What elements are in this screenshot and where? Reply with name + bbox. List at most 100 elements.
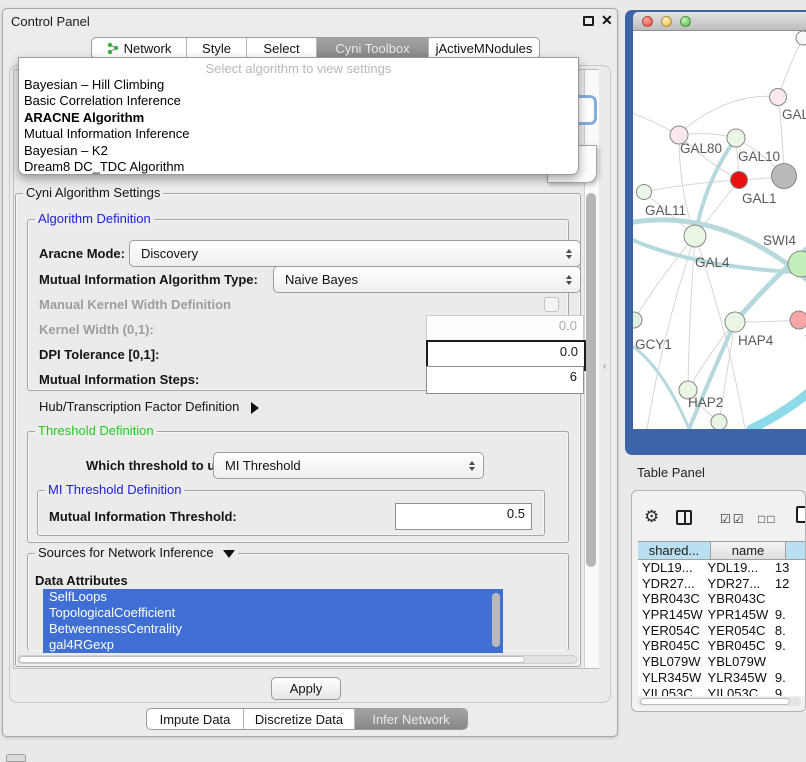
manual-kernel-width-checkbox[interactable] — [544, 297, 559, 312]
select-all-icon[interactable]: ☑☑ — [720, 512, 746, 526]
algorithm-dropdown-popup: Select algorithm to view settings Bayesi… — [18, 57, 579, 175]
algorithm-option[interactable]: Dream8 DC_TDC Algorithm — [19, 159, 578, 175]
table-column-header[interactable] — [786, 541, 806, 560]
tab-select[interactable]: Select — [247, 38, 317, 58]
bottom-tabs: Impute Data Discretize Data Infer Networ… — [146, 708, 468, 730]
table-row[interactable]: YPR145WYPR145W9. — [638, 607, 806, 623]
algorithm-option[interactable]: Bayesian – K2 — [19, 143, 578, 159]
network-window-titlebar[interactable] — [633, 12, 806, 31]
algorithm-option[interactable]: Bayesian – Hill Climbing — [19, 77, 578, 93]
minimized-panel-tab[interactable] — [6, 754, 26, 762]
table-cell: YPR145W — [704, 607, 771, 623]
mi-algorithm-type-combo[interactable]: Naive Bayes — [273, 266, 581, 293]
network-node[interactable] — [725, 312, 745, 332]
table-cell: YBR043C — [704, 591, 771, 607]
close-icon[interactable]: ✕ — [601, 12, 613, 29]
network-node-label: GCY1 — [635, 337, 672, 352]
network-node[interactable] — [790, 311, 806, 329]
zoom-window-icon[interactable] — [680, 16, 691, 27]
sources-group-title[interactable]: Sources for Network Inference — [35, 545, 238, 560]
table-cell: YPR145W — [638, 607, 704, 623]
network-node-label: GAL1 — [742, 191, 777, 206]
tab-discretize-data[interactable]: Discretize Data — [244, 709, 355, 729]
network-node[interactable] — [684, 225, 706, 247]
network-canvas[interactable]: GALGAL80GAL10GAL1GAL11GAL4SWI4GCY1HAP4YH… — [633, 31, 806, 429]
kernel-width-label: Kernel Width (0,1): — [39, 322, 154, 337]
panel-title: Control Panel — [11, 14, 90, 29]
settings-gear-icon[interactable]: ⚙ — [644, 507, 659, 527]
close-window-icon[interactable] — [642, 16, 653, 27]
splitter-collapse-arrow[interactable]: ‹ — [603, 361, 606, 372]
network-node[interactable] — [637, 185, 652, 200]
table-cell: YDR27... — [638, 576, 704, 592]
table-column-header[interactable]: name — [711, 541, 786, 560]
network-node[interactable] — [731, 172, 748, 189]
network-edge[interactable] — [634, 236, 695, 320]
table-row[interactable]: YIL053CYIL053C9. — [638, 686, 806, 697]
mi-steps-field[interactable]: 6 — [426, 366, 584, 394]
network-edge[interactable] — [689, 322, 735, 429]
network-node[interactable] — [633, 312, 642, 328]
attribute-list-item[interactable]: SelfLoops — [43, 589, 503, 605]
float-window-icon[interactable] — [583, 16, 594, 26]
attribute-list-item[interactable]: TopologicalCoefficient — [43, 605, 503, 621]
network-node[interactable] — [796, 31, 806, 45]
table-cell: 9. — [771, 638, 806, 654]
table-row[interactable]: YER054CYER054C8. — [638, 623, 806, 639]
network-edge[interactable] — [644, 180, 739, 192]
table-cell: 8. — [771, 623, 806, 639]
table-cell: YBR045C — [704, 638, 771, 654]
table-row[interactable]: YLR345WYLR345W9. — [638, 670, 806, 686]
network-edge[interactable] — [751, 389, 806, 429]
network-node-label: HAP4 — [738, 333, 774, 348]
network-node-label: GAL11 — [645, 203, 686, 218]
deselect-all-icon[interactable]: □□ — [758, 512, 777, 526]
aracne-mode-label: Aracne Mode: — [39, 246, 125, 261]
table-header-row: shared...name — [638, 541, 806, 560]
hub-definition-expander[interactable]: Hub/Transcription Factor Definition — [39, 399, 259, 414]
attribute-list-item[interactable]: BetweennessCentrality — [43, 621, 503, 637]
table-row[interactable]: YDR27...YDR27...12 — [638, 576, 806, 592]
mi-threshold-field[interactable]: 0.5 — [395, 503, 532, 530]
network-edge[interactable] — [677, 96, 778, 135]
table-cell: YIL053C — [704, 686, 771, 697]
settings-vertical-scrollbar-thumb[interactable] — [586, 193, 596, 567]
network-node[interactable] — [727, 129, 745, 147]
attributes-scrollbar-thumb[interactable] — [492, 593, 500, 647]
tab-impute-data[interactable]: Impute Data — [147, 709, 244, 729]
group-title: MI Threshold Definition — [45, 482, 184, 497]
control-panel-tabs: Network Style Select Cyni Toolbox jActiv… — [91, 37, 540, 59]
minimize-window-icon[interactable] — [661, 16, 672, 27]
column-view-icon[interactable] — [676, 510, 692, 525]
table-row[interactable]: YBR045CYBR045C9. — [638, 638, 806, 654]
mi-steps-label: Mutual Information Steps: — [39, 372, 199, 387]
which-threshold-combo[interactable]: MI Threshold — [213, 452, 484, 479]
table-horizontal-scrollbar-thumb[interactable] — [640, 698, 790, 705]
attribute-list-item[interactable]: gal4RGexp — [43, 637, 503, 653]
table-cell: 12 — [771, 576, 806, 592]
network-node[interactable] — [772, 164, 797, 189]
tab-network[interactable]: Network — [92, 38, 187, 58]
tab-cyni-toolbox[interactable]: Cyni Toolbox — [317, 38, 429, 58]
algorithm-option[interactable]: ARACNE Algorithm — [19, 110, 578, 126]
tab-style[interactable]: Style — [187, 38, 247, 58]
algorithm-option[interactable]: Mutual Information Inference — [19, 126, 578, 142]
table-cell: YBR043C — [638, 591, 704, 607]
table-column-header[interactable]: shared... — [638, 541, 711, 560]
apply-button[interactable]: Apply — [271, 677, 341, 700]
tab-infer-network[interactable]: Infer Network — [355, 709, 467, 729]
tab-jactivemnodules[interactable]: jActiveMNodules — [429, 38, 539, 58]
network-node[interactable] — [770, 89, 787, 106]
table-row[interactable]: YBL079WYBL079W — [638, 654, 806, 670]
table-cell: YLR345W — [638, 670, 704, 686]
algorithm-option[interactable]: Basic Correlation Inference — [19, 93, 578, 109]
settings-horizontal-scrollbar-thumb[interactable] — [19, 656, 525, 663]
table-row[interactable]: YBR043CYBR043C — [638, 591, 806, 607]
aracne-mode-combo[interactable]: Discovery — [129, 240, 581, 267]
tab-label: Network — [124, 41, 172, 56]
network-edge[interactable] — [778, 38, 803, 97]
table-row[interactable]: YDL19...YDL19...13 — [638, 560, 806, 576]
kernel-width-field[interactable]: 0.0 — [426, 315, 584, 343]
new-table-icon[interactable] — [796, 506, 806, 523]
network-node[interactable] — [711, 414, 727, 429]
